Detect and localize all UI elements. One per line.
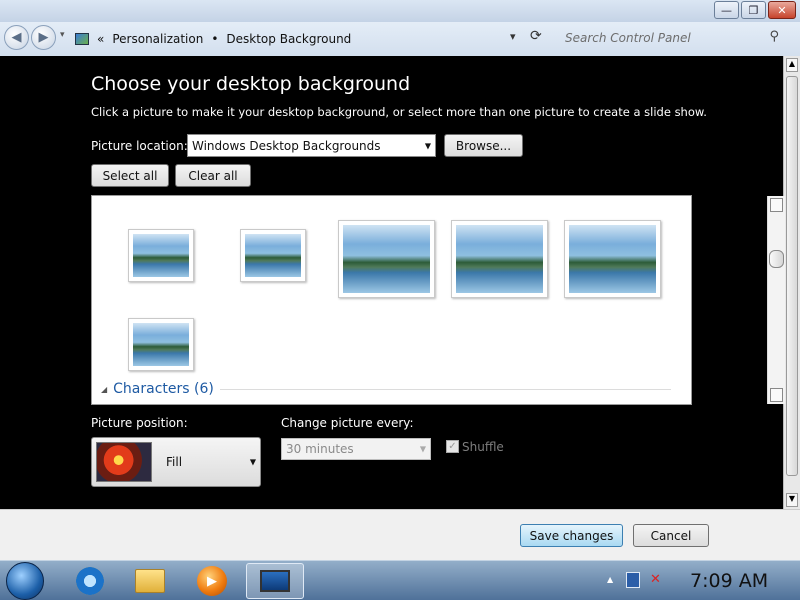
chevron-down-icon: ▼ (249, 457, 256, 467)
collapse-triangle-icon[interactable]: ◢ (101, 385, 107, 394)
wallpaper-thumbnail[interactable] (451, 220, 548, 298)
search-placeholder: Search Control Panel (565, 31, 691, 45)
change-interval-value: 30 minutes (286, 442, 354, 456)
flower-preview-icon (96, 442, 152, 482)
scroll-thumb[interactable] (786, 76, 798, 476)
page-subtitle: Click a picture to make it your desktop … (91, 105, 707, 119)
group-label: Characters (6) (113, 381, 214, 397)
refresh-icon[interactable]: ⟳ (530, 28, 542, 44)
folder-icon[interactable] (122, 563, 178, 599)
taskbar: ▶ ▲ ✕ 7:09 AM (0, 560, 800, 600)
search-icon[interactable]: ⚲ (769, 29, 779, 44)
picture-gallery: ◢ Characters (6) (91, 195, 785, 405)
search-input[interactable]: Search Control Panel ⚲ (553, 26, 785, 50)
windows-start-icon[interactable] (6, 562, 44, 600)
address-dropdown-icon[interactable]: ▾ (510, 30, 516, 43)
page-title: Choose your desktop background (91, 73, 411, 95)
page-scrollbar[interactable]: ▲ ▼ (783, 56, 800, 509)
dialog-footer: Save changes Cancel (0, 509, 800, 560)
select-all-button[interactable]: Select all (91, 164, 169, 187)
network-icon[interactable] (626, 572, 640, 588)
scroll-down-arrow-icon[interactable] (770, 388, 783, 402)
address-bar: ◀ ▶ ▾ « Personalization • Desktop Backgr… (0, 22, 800, 56)
change-interval-select[interactable]: 30 minutes ▼ (281, 438, 431, 460)
wallpaper-thumbnail[interactable] (240, 229, 306, 282)
picture-position-value: Fill (166, 455, 183, 469)
gallery-scrollbar[interactable] (767, 196, 785, 404)
scroll-up-arrow-icon[interactable]: ▲ (786, 58, 798, 72)
forward-button[interactable]: ▶ (31, 25, 56, 50)
control-panel-taskbar-icon[interactable] (246, 563, 304, 599)
breadcrumb-separator: • (211, 32, 219, 46)
media-player-icon[interactable]: ▶ (184, 563, 240, 599)
clock[interactable]: 7:09 AM (690, 570, 768, 592)
clear-all-button[interactable]: Clear all (175, 164, 251, 187)
scroll-up-arrow-icon[interactable] (770, 198, 783, 212)
picture-location-value: Windows Desktop Backgrounds (192, 138, 381, 153)
group-header-characters[interactable]: ◢ Characters (6) (101, 381, 671, 397)
picture-location-label: Picture location: (91, 139, 188, 153)
picture-location-select[interactable]: Windows Desktop Backgrounds ▼ (187, 134, 436, 157)
back-arrow-icon: ◀ (11, 30, 22, 45)
scroll-down-arrow-icon[interactable]: ▼ (786, 493, 798, 507)
wallpaper-thumbnail[interactable] (564, 220, 661, 298)
wallpaper-thumbnail[interactable] (338, 220, 435, 298)
breadcrumb[interactable]: « Personalization • Desktop Background (75, 27, 351, 51)
tray-expand-icon[interactable]: ▲ (607, 575, 613, 584)
scroll-thumb[interactable] (769, 250, 784, 268)
wallpaper-thumbnail[interactable] (128, 318, 194, 371)
picture-position-label: Picture position: (91, 416, 188, 430)
cancel-button[interactable]: Cancel (633, 524, 709, 547)
shuffle-checkbox[interactable]: ✓ (446, 440, 459, 453)
volume-muted-icon[interactable]: ✕ (650, 572, 666, 588)
chevron-down-icon: ▼ (424, 141, 431, 150)
chevron-down-icon: ▼ (419, 444, 426, 454)
minimize-button[interactable]: — (714, 1, 739, 19)
save-changes-button[interactable]: Save changes (520, 524, 623, 547)
control-panel-window: — ❐ ✕ ◀ ▶ ▾ « Personalization • Desktop … (0, 0, 800, 560)
wallpaper-thumbnail[interactable] (128, 229, 194, 282)
breadcrumb-personalization[interactable]: Personalization (112, 32, 203, 46)
close-button[interactable]: ✕ (768, 1, 796, 19)
back-button[interactable]: ◀ (4, 25, 29, 50)
breadcrumb-desktop-background[interactable]: Desktop Background (226, 32, 351, 46)
maximize-button[interactable]: ❐ (741, 1, 766, 19)
history-dropdown-icon[interactable]: ▾ (60, 30, 65, 40)
breadcrumb-separator: « (97, 32, 105, 46)
forward-arrow-icon: ▶ (38, 30, 49, 45)
control-panel-icon (75, 33, 89, 45)
shuffle-label: Shuffle (462, 440, 504, 454)
browse-button[interactable]: Browse... (444, 134, 523, 157)
group-divider (219, 388, 671, 390)
change-picture-label: Change picture every: (281, 416, 414, 430)
internet-explorer-icon[interactable] (62, 563, 118, 599)
picture-position-select[interactable]: Fill ▼ (91, 437, 261, 487)
title-bar: — ❐ ✕ (0, 0, 800, 22)
